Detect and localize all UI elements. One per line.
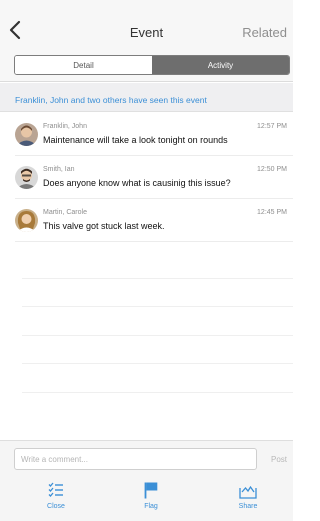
- comment-time: 12:50 PM: [257, 166, 287, 173]
- share-button[interactable]: Share: [218, 482, 278, 510]
- comment-time: 12:57 PM: [257, 123, 287, 130]
- comment-composer: Post: [0, 440, 293, 476]
- comment-text: Maintenance will take a look tonight on …: [43, 135, 228, 145]
- list-divider: [22, 250, 293, 279]
- comment-time: 12:45 PM: [257, 209, 287, 216]
- list-item[interactable]: Franklin, John 12:57 PM Maintenance will…: [15, 113, 293, 156]
- list-divider: [22, 307, 293, 336]
- nav-header: Event Related: [0, 0, 293, 50]
- list-divider: [22, 279, 293, 308]
- comment-input[interactable]: [14, 448, 257, 470]
- close-label: Close: [47, 503, 65, 510]
- avatar: [15, 209, 38, 232]
- list-item[interactable]: Smith, Ian 12:50 PM Does anyone know wha…: [15, 156, 293, 199]
- avatar: [15, 123, 38, 146]
- tab-detail[interactable]: Detail: [15, 56, 152, 74]
- flag-icon: [144, 482, 158, 499]
- post-button[interactable]: Post: [271, 455, 287, 464]
- comment-author: Franklin, John: [43, 123, 87, 130]
- seen-by-banner[interactable]: Franklin, John and two others have seen …: [0, 83, 293, 112]
- related-button[interactable]: Related: [242, 25, 287, 40]
- checklist-icon: [48, 482, 63, 497]
- comment-list: Franklin, John 12:57 PM Maintenance will…: [0, 113, 293, 242]
- bottom-toolbar: Close Flag Share: [0, 476, 293, 521]
- segmented-control: Detail Activity: [14, 55, 290, 75]
- close-button[interactable]: Close: [26, 482, 86, 510]
- list-item[interactable]: Martin, Carole 12:45 PM This valve got s…: [15, 199, 293, 242]
- share-label: Share: [238, 503, 258, 510]
- flag-button[interactable]: Flag: [121, 482, 181, 510]
- flag-label: Flag: [144, 503, 158, 510]
- list-divider: [22, 336, 293, 365]
- empty-list-area: [22, 250, 293, 393]
- share-icon: [239, 485, 257, 499]
- comment-author: Smith, Ian: [43, 166, 75, 173]
- comment-text: Does anyone know what is causinig this i…: [43, 178, 231, 188]
- comment-author: Martin, Carole: [43, 209, 87, 216]
- avatar: [15, 166, 38, 189]
- list-divider: [22, 364, 293, 393]
- comment-text: This valve got stuck last week.: [43, 221, 165, 231]
- tab-activity[interactable]: Activity: [152, 56, 289, 74]
- segment-bar: Detail Activity: [0, 50, 293, 82]
